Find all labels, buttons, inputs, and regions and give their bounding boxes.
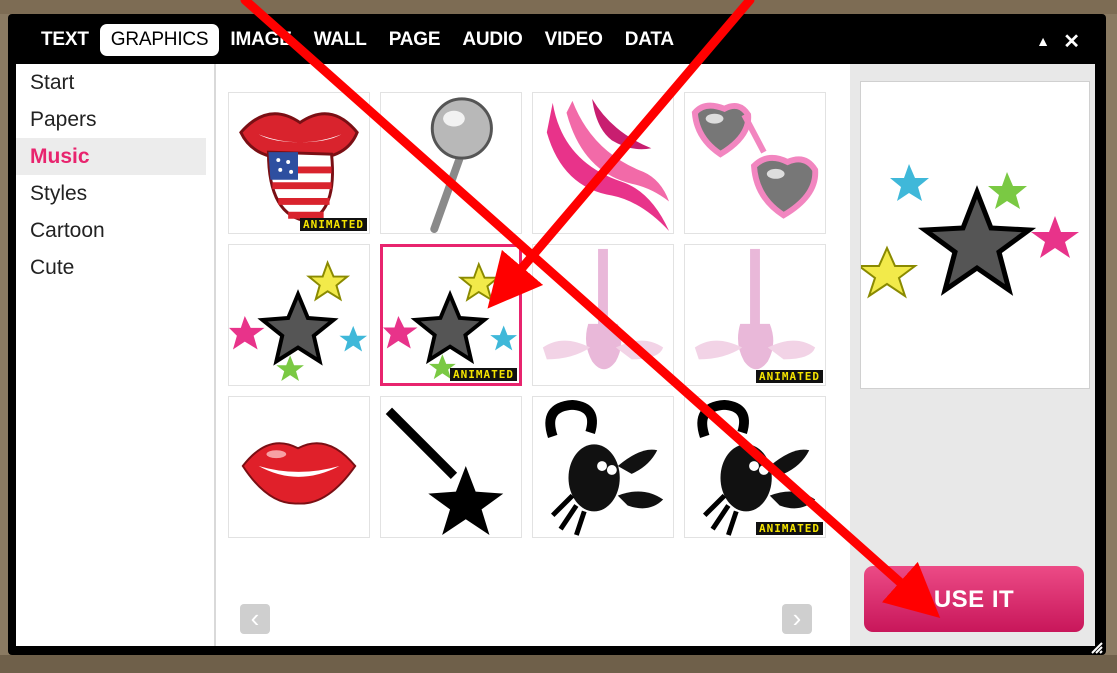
graphic-thumb-tongue[interactable]: ANIMATED	[228, 92, 370, 234]
scorpion-icon	[545, 399, 664, 536]
silver-lollipop-icon	[430, 97, 493, 233]
winged-guitar-icon	[694, 248, 816, 370]
backdrop-bottom	[0, 655, 1117, 673]
graphic-thumb-guitar-animated[interactable]: ANIMATED	[684, 244, 826, 386]
tab-wall[interactable]: WALL	[303, 24, 378, 56]
graphic-thumb-stars[interactable]	[228, 244, 370, 386]
collapse-icon[interactable]: ▲	[1036, 33, 1050, 49]
graphic-thumb-guitar[interactable]	[532, 244, 674, 386]
sidebar-item-styles[interactable]: Styles	[16, 175, 214, 212]
category-sidebar: Start Papers Music Styles Cartoon Cute	[16, 64, 216, 646]
tab-data[interactable]: DATA	[614, 24, 685, 56]
graphic-thumb-star-guitar[interactable]	[380, 396, 522, 538]
pink-hair-icon	[546, 98, 670, 232]
graphics-window: TEXT GRAPHICS IMAGE WALL PAGE AUDIO VIDE…	[8, 14, 1106, 655]
tab-bar: TEXT GRAPHICS IMAGE WALL PAGE AUDIO VIDE…	[8, 14, 1106, 64]
graphic-thumb-lips[interactable]	[228, 396, 370, 538]
graphic-thumb-stars-animated[interactable]: ANIMATED	[380, 244, 522, 386]
tab-text[interactable]: TEXT	[30, 24, 100, 56]
graphic-thumb-sunglasses[interactable]	[684, 92, 826, 234]
graphic-thumb-hair[interactable]	[532, 92, 674, 234]
content-area: Start Papers Music Styles Cartoon Cute A…	[16, 64, 1095, 646]
preview-panel: USE IT	[850, 64, 1095, 646]
tab-video[interactable]: VIDEO	[534, 24, 614, 56]
tab-graphics[interactable]: GRAPHICS	[99, 24, 220, 56]
tab-audio[interactable]: AUDIO	[451, 24, 533, 56]
resize-grip-icon[interactable]	[1090, 641, 1104, 655]
winged-guitar-icon	[542, 248, 664, 370]
animated-badge: ANIMATED	[756, 522, 823, 535]
animated-badge: ANIMATED	[300, 218, 367, 231]
graphics-grid: ANIMATED ANIMATED ANIMATED ANIMATED ‹ ›	[216, 64, 850, 646]
sidebar-item-cute[interactable]: Cute	[16, 249, 214, 286]
tab-image[interactable]: IMAGE	[219, 24, 302, 56]
close-icon[interactable]: ✕	[1063, 29, 1080, 54]
star-guitar-icon	[385, 407, 504, 536]
graphic-thumb-scorpion-animated[interactable]: ANIMATED	[684, 396, 826, 538]
animated-badge: ANIMATED	[450, 368, 517, 381]
prev-page-button[interactable]: ‹	[240, 604, 270, 634]
scorpion-icon	[697, 399, 816, 536]
tab-page[interactable]: PAGE	[378, 24, 452, 56]
graphic-thumb-scorpion[interactable]	[532, 396, 674, 538]
graphic-thumb-lollipop[interactable]	[380, 92, 522, 234]
use-it-button[interactable]: USE IT	[864, 566, 1084, 632]
red-lips-icon	[241, 442, 357, 505]
shooting-stars-icon	[856, 164, 1079, 299]
backdrop-top	[0, 0, 1117, 14]
sidebar-item-start[interactable]: Start	[16, 64, 214, 101]
rolling-stones-tongue-icon	[239, 112, 359, 223]
next-page-button[interactable]: ›	[782, 604, 812, 634]
sidebar-item-cartoon[interactable]: Cartoon	[16, 212, 214, 249]
shooting-stars-icon	[383, 261, 518, 380]
animated-badge: ANIMATED	[756, 370, 823, 383]
sidebar-item-papers[interactable]: Papers	[16, 101, 214, 138]
heart-sunglasses-icon	[691, 102, 819, 219]
sidebar-item-music[interactable]: Music	[16, 138, 206, 175]
graphic-preview	[856, 81, 1090, 389]
shooting-stars-icon	[229, 260, 368, 382]
